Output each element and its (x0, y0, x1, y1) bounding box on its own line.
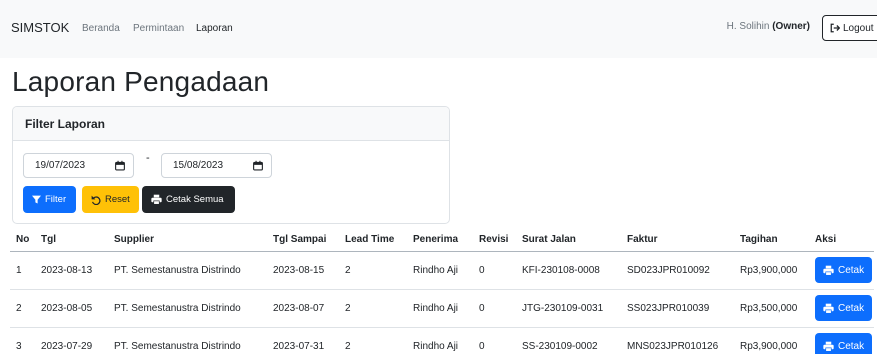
logout-label: Logout (843, 22, 874, 34)
table-cell: Rp3,900,000 (734, 327, 809, 354)
date-to-value: 15/08/2023 (173, 160, 224, 171)
print-row-button[interactable]: Cetak (815, 257, 872, 283)
table-cell: 0 (473, 327, 516, 354)
table-cell: 2023-08-15 (267, 251, 339, 290)
table-cell: SD023JPR010092 (621, 251, 734, 290)
column-header: Faktur (621, 229, 734, 252)
column-header: Tagihan (734, 229, 809, 252)
undo-icon (91, 195, 101, 205)
table-cell: Rindho Aji (407, 327, 473, 354)
table-cell: SS023JPR010039 (621, 289, 734, 328)
column-header: Tgl (35, 229, 108, 252)
column-header: Revisi (473, 229, 516, 252)
print-all-label: Cetak Semua (166, 194, 224, 205)
printer-icon (823, 265, 834, 276)
print-row-button[interactable]: Cetak (815, 295, 872, 321)
column-header: Tgl Sampai (267, 229, 339, 252)
printer-icon (823, 341, 834, 352)
table-cell: JTG-230109-0031 (516, 289, 621, 328)
brand-logo[interactable]: SIMSTOK (11, 20, 69, 35)
table-cell: 2023-08-05 (35, 289, 108, 328)
nav-link-permintaan[interactable]: Permintaan (133, 23, 184, 34)
table-row: 3 2023-07-29 PT. Semestanustra Distrindo… (10, 327, 874, 354)
calendar-icon[interactable] (115, 160, 125, 171)
table-cell: MNS023JPR010126 (621, 327, 734, 354)
printer-icon (823, 303, 834, 314)
nav-link-laporan[interactable]: Laporan (196, 23, 233, 34)
table-row: 2 2023-08-05 PT. Semestanustra Distrindo… (10, 289, 874, 328)
table-cell: KFI-230108-0008 (516, 251, 621, 290)
reset-label: Reset (105, 194, 130, 205)
action-cell: Cetak (809, 327, 874, 354)
date-range-separator: - (146, 152, 150, 164)
printer-icon (151, 194, 162, 205)
table-cell: 2 (10, 289, 35, 328)
column-header: No (10, 229, 35, 252)
filter-label: Filter (45, 194, 67, 205)
date-from-value: 19/07/2023 (35, 160, 86, 171)
table-cell: Rp3,500,000 (734, 289, 809, 328)
table-cell: 0 (473, 289, 516, 328)
print-all-button[interactable]: Cetak Semua (142, 186, 235, 213)
page-title: Laporan Pengadaan (12, 66, 270, 97)
funnel-icon (32, 195, 41, 204)
table-cell: PT. Semestanustra Distrindo (108, 251, 267, 290)
table-cell: 1 (10, 251, 35, 290)
navbar: SIMSTOK Beranda Permintaan Laporan H. So… (0, 0, 877, 58)
table-cell: Rp3,900,000 (734, 251, 809, 290)
calendar-icon[interactable] (253, 160, 263, 171)
filter-button[interactable]: Filter (23, 186, 76, 213)
print-row-label: Cetak (838, 302, 865, 314)
logout-button[interactable]: Logout (822, 15, 877, 41)
action-cell: Cetak (809, 289, 874, 328)
table-cell: Rindho Aji (407, 251, 473, 290)
table-cell: PT. Semestanustra Distrindo (108, 289, 267, 328)
action-cell: Cetak (809, 251, 874, 290)
table-cell: 0 (473, 251, 516, 290)
nav-link-beranda[interactable]: Beranda (82, 23, 120, 34)
table-cell: 2 (339, 251, 407, 290)
table-cell: SS-230109-0002 (516, 327, 621, 354)
user-role: (Owner) (772, 21, 810, 32)
table-cell: 2023-08-13 (35, 251, 108, 290)
column-header: Aksi (809, 229, 874, 252)
column-header: Lead Time (339, 229, 407, 252)
date-from-input[interactable]: 19/07/2023 (23, 153, 134, 178)
table-cell: Rindho Aji (407, 289, 473, 328)
table-cell: PT. Semestanustra Distrindo (108, 327, 267, 354)
column-header: Surat Jalan (516, 229, 621, 252)
table-cell: 3 (10, 327, 35, 354)
logout-arrow-icon (830, 23, 840, 33)
user-info: H. Solihin (Owner) (727, 21, 810, 32)
filter-card: Filter Laporan 19/07/2023 - 15/08/2023 F… (12, 106, 450, 224)
table-cell: 2023-07-31 (267, 327, 339, 354)
procurement-report-table: No Tgl Supplier Tgl Sampai Lead Time Pen… (10, 229, 874, 354)
table-cell: 2 (339, 289, 407, 328)
date-to-input[interactable]: 15/08/2023 (161, 153, 272, 178)
column-header: Penerima (407, 229, 473, 252)
print-row-label: Cetak (838, 340, 865, 352)
user-name: H. Solihin (726, 21, 770, 32)
table-row: 1 2023-08-13 PT. Semestanustra Distrindo… (10, 251, 874, 290)
table-header-row: No Tgl Supplier Tgl Sampai Lead Time Pen… (10, 229, 874, 252)
print-row-label: Cetak (838, 264, 865, 276)
table-cell: 2023-07-29 (35, 327, 108, 354)
column-header: Supplier (108, 229, 267, 252)
reset-button[interactable]: Reset (82, 186, 139, 213)
filter-card-title: Filter Laporan (13, 107, 449, 141)
table-cell: 2 (339, 327, 407, 354)
table-cell: 2023-08-07 (267, 289, 339, 328)
print-row-button[interactable]: Cetak (815, 333, 872, 354)
